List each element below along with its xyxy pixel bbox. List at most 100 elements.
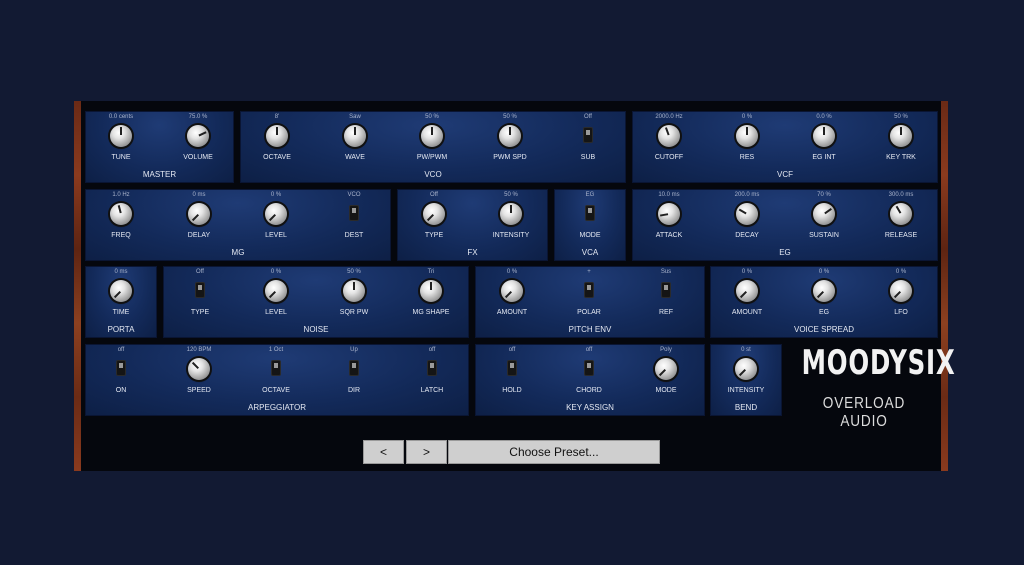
noise-level-knob[interactable] [265,280,287,302]
pitch-amount-value: 0 % [506,269,518,275]
choose-preset-button[interactable]: Choose Preset... [448,440,660,464]
fx-intensity-knob[interactable] [500,203,522,225]
bend-intensity-knob[interactable] [735,358,757,380]
mg-level-value: 0 % [270,192,282,198]
control-pw-pwm: 50 % PW/PWM [393,111,471,171]
freq-knob[interactable] [110,203,132,225]
attack-value: 10.0 ms [658,192,680,198]
logo-title: MOODYSIX [801,343,956,383]
section-key-assign: off HOLD off CHORD Poly MODE KEY ASSIGN [475,344,705,416]
cutoff-knob[interactable] [658,125,680,147]
section-fx: Off TYPE 50 % INTENSITY FX [397,189,548,261]
section-voice-spread: 0 % AMOUNT 0 % EG 0 % LFO VOICE SPREAD [710,266,938,338]
wave-knob[interactable] [344,125,366,147]
volume-knob[interactable] [187,125,209,147]
fx-type-knob[interactable] [423,203,445,225]
eg-int-label: EG INT [812,154,836,161]
control-latch: off LATCH [393,344,471,404]
noise-type-label: TYPE [190,309,210,316]
latch-switch[interactable] [428,361,436,375]
section-title-voice-spread: VOICE SPREAD [793,325,854,334]
section-noise: Off TYPE 0 % LEVEL 50 % SQR PW Tri MG SH… [163,266,469,338]
spread-amount-value: 0 % [741,269,753,275]
pw-pwm-knob[interactable] [421,125,443,147]
octave-knob[interactable] [266,125,288,147]
section-title-pitch-env: PITCH ENV [568,325,612,334]
control-pwm-spd: 50 % PWM SPD [471,111,549,171]
pwm-spd-label: PWM SPD [493,154,527,161]
wave-label: WAVE [345,154,365,161]
ka-mode-knob[interactable] [655,358,677,380]
octave-label: OCTAVE [263,154,291,161]
section-arpeggiator: off ON 120 BPM SPEED 1 Oct OCTAVE Up DIR… [85,344,469,416]
control-release: 300.0 ms RELEASE [862,189,940,249]
chord-switch[interactable] [585,361,593,375]
next-preset-button[interactable]: > [406,440,447,464]
sustain-knob[interactable] [813,203,835,225]
section-title-noise: NOISE [303,325,329,334]
polar-switch[interactable] [585,283,593,297]
release-value: 300.0 ms [888,192,914,198]
ref-switch[interactable] [662,283,670,297]
delay-knob[interactable] [188,203,210,225]
res-value: 0 % [741,114,753,120]
hold-switch[interactable] [508,361,516,375]
ka-mode-label: MODE [655,387,677,394]
hold-value: off [508,347,516,353]
release-knob[interactable] [890,203,912,225]
dest-value: VCO [347,192,361,198]
control-polar: + POLAR [550,266,628,326]
polar-label: POLAR [577,309,601,316]
control-delay: 0 ms DELAY [160,189,238,249]
mg-shape-label: MG SHAPE [412,309,450,316]
arp-on-switch[interactable] [117,361,125,375]
arp-on-value: off [117,347,125,353]
control-tune: 0.0 cents TUNE [82,111,160,171]
tune-value: 0.0 cents [108,114,134,120]
section-title-eg: EG [779,248,791,257]
pitch-amount-knob[interactable] [501,280,523,302]
control-pitch-amount: 0 % AMOUNT [473,266,551,326]
control-noise-level: 0 % LEVEL [237,266,315,326]
control-sustain: 70 % SUSTAIN [785,189,863,249]
mg-level-knob[interactable] [265,203,287,225]
key-trk-knob[interactable] [890,125,912,147]
prev-preset-button[interactable]: < [363,440,404,464]
pw-pwm-value: 50 % [425,114,439,120]
noise-level-label: LEVEL [265,309,287,316]
sqr-pw-knob[interactable] [343,280,365,302]
res-knob[interactable] [736,125,758,147]
bend-intensity-value: 0 st [741,347,751,353]
mg-shape-knob[interactable] [420,280,442,302]
spread-lfo-knob[interactable] [890,280,912,302]
control-volume: 75.0 % VOLUME [159,111,237,171]
chord-label: CHORD [576,387,602,394]
speed-knob[interactable] [188,358,210,380]
tune-knob[interactable] [110,125,132,147]
spread-amount-knob[interactable] [736,280,758,302]
arp-octave-switch[interactable] [272,361,280,375]
cutoff-value: 2000.0 Hz [655,114,683,120]
noise-type-switch[interactable] [196,283,204,297]
control-fx-type: Off TYPE [395,189,473,249]
decay-knob[interactable] [736,203,758,225]
pwm-spd-knob[interactable] [499,125,521,147]
time-knob[interactable] [110,280,132,302]
control-bend-intensity: 0 st INTENSITY [707,344,785,404]
noise-level-value: 0 % [270,269,282,275]
spread-eg-knob[interactable] [813,280,835,302]
fx-type-value: Off [430,192,438,198]
section-title-mg: MG [231,248,245,257]
dest-switch[interactable] [350,206,358,220]
time-value: 0 ms [114,269,128,275]
sub-switch[interactable] [584,128,592,142]
control-time: 0 ms TIME [82,266,160,326]
control-ref: Sus REF [627,266,705,326]
vca-mode-switch[interactable] [586,206,594,220]
dir-switch[interactable] [350,361,358,375]
eg-int-knob[interactable] [813,125,835,147]
wood-side-right [941,101,948,471]
attack-knob[interactable] [658,203,680,225]
arp-octave-label: OCTAVE [262,387,290,394]
section-title-fx: FX [467,248,478,257]
